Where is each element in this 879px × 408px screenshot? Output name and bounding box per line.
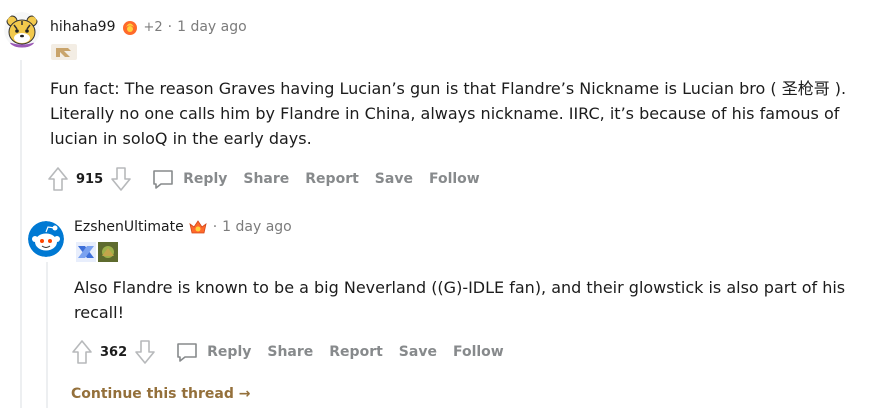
upvote-icon[interactable] xyxy=(70,338,94,366)
report-button[interactable]: Report xyxy=(321,338,391,366)
award-icon[interactable] xyxy=(121,18,139,36)
arrow-right-icon: → xyxy=(238,386,251,402)
tiger-avatar-icon xyxy=(4,12,40,48)
comment-meta: EzshenUltimate · 1 day ago xyxy=(74,218,292,236)
flair-badge-blue-icon xyxy=(76,242,96,262)
user-avatar[interactable] xyxy=(28,221,64,257)
comment-actions: 915 Reply Share Report Save Follow xyxy=(46,165,488,193)
save-label: Save xyxy=(398,344,437,360)
comment-icon xyxy=(151,168,175,190)
share-label: Share xyxy=(267,344,314,360)
report-label: Report xyxy=(305,171,359,187)
save-label: Save xyxy=(374,171,413,187)
save-button[interactable]: Save xyxy=(391,338,445,366)
comment-body: Fun fact: The reason Graves having Lucia… xyxy=(50,79,847,148)
comment-icon xyxy=(175,341,199,363)
save-button[interactable]: Save xyxy=(367,165,421,193)
timestamp[interactable]: 1 day ago xyxy=(222,219,292,235)
separator: · xyxy=(212,219,218,235)
thread-line-1[interactable] xyxy=(20,60,22,408)
comment-thread: hihaha99 +2 · 1 day ago Fun fact: The re… xyxy=(0,0,879,408)
comment-actions: 362 Reply Share Report Save Follow xyxy=(70,338,512,366)
reply-label: Reply xyxy=(183,171,228,187)
follow-button[interactable]: Follow xyxy=(421,165,488,193)
continue-thread-link[interactable]: Continue this thread → xyxy=(71,386,250,402)
username[interactable]: hihaha99 xyxy=(50,19,115,35)
reply-label: Reply xyxy=(207,344,252,360)
username[interactable]: EzshenUltimate xyxy=(74,219,184,235)
upvote-icon[interactable] xyxy=(46,165,70,193)
comment-body: Also Flandre is known to be a big Neverl… xyxy=(74,278,846,322)
thread-line-2[interactable] xyxy=(46,262,48,408)
vote-score: 362 xyxy=(100,344,128,360)
report-label: Report xyxy=(329,344,383,360)
downvote-icon[interactable] xyxy=(109,165,133,193)
team-flair-icon xyxy=(51,44,77,60)
separator: · xyxy=(167,19,173,35)
reply-button[interactable]: Reply xyxy=(167,338,259,366)
user-avatar[interactable] xyxy=(4,12,40,48)
flair-badge-green-icon xyxy=(98,242,118,262)
timestamp[interactable]: 1 day ago xyxy=(177,19,247,35)
award-icon[interactable] xyxy=(188,218,208,236)
share-button[interactable]: Share xyxy=(235,165,297,193)
snoo-avatar-icon xyxy=(28,221,64,257)
report-button[interactable]: Report xyxy=(297,165,367,193)
follow-label: Follow xyxy=(452,344,504,360)
continue-thread-label: Continue this thread xyxy=(71,386,234,402)
vote-score: 915 xyxy=(76,171,104,187)
share-button[interactable]: Share xyxy=(259,338,321,366)
comment-meta: hihaha99 +2 · 1 day ago xyxy=(50,18,247,36)
share-label: Share xyxy=(243,171,290,187)
downvote-icon[interactable] xyxy=(133,338,157,366)
user-flair xyxy=(76,242,118,262)
reply-button[interactable]: Reply xyxy=(143,165,235,193)
follow-button[interactable]: Follow xyxy=(445,338,512,366)
award-count: +2 xyxy=(143,19,163,35)
follow-label: Follow xyxy=(428,171,480,187)
user-flair xyxy=(50,42,78,62)
